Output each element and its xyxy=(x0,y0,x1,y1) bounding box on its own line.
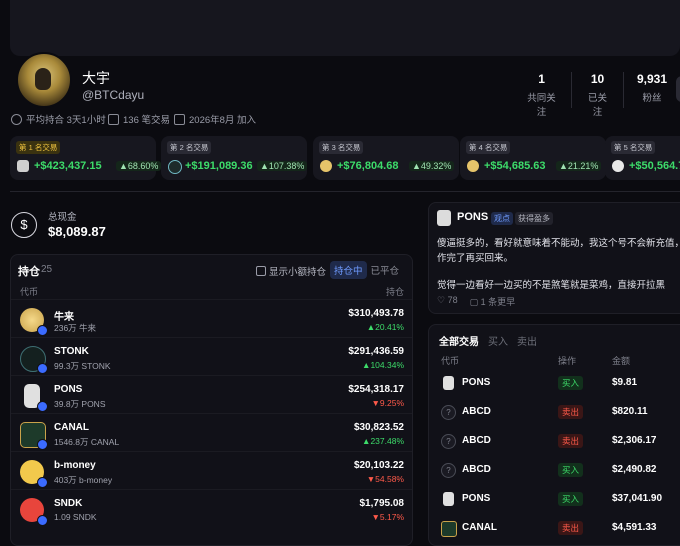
holding-row[interactable]: CANAL 1546.8万 CANAL $30,823.52 ▲237.48% xyxy=(11,413,412,452)
col-amount: 金额 xyxy=(612,356,631,366)
rank-card-4[interactable]: 第 4 名交易 +$54,685.63 ▲21.21% xyxy=(460,136,606,180)
holding-row[interactable]: 牛来 236万 牛来 $310,493.78 ▲20.41% xyxy=(11,299,412,338)
token-icon-pons xyxy=(443,492,454,506)
checkbox-icon[interactable] xyxy=(256,266,266,276)
meta-joined: 2026年8月 加入 xyxy=(174,112,256,126)
token-icon-pons xyxy=(443,376,454,390)
trades-icon xyxy=(108,113,119,125)
col-action: 操作 xyxy=(558,356,577,366)
cash-value: $8,089.87 xyxy=(48,224,106,239)
holdings-count: 25 xyxy=(41,264,53,275)
action-badge: 卖出 xyxy=(558,405,584,419)
rank-card-2[interactable]: 第 2 名交易 +$191,089.36 ▲107.38% xyxy=(161,136,308,180)
holding-row[interactable]: PONS 39.8万 PONS $254,318.17 ▼9.25% xyxy=(11,375,412,414)
holding-row[interactable]: b-money 403万 b-money $20,103.22 ▼54.58% xyxy=(11,451,412,490)
avatar[interactable] xyxy=(16,52,72,108)
verified-icon xyxy=(37,477,48,488)
trade-row[interactable]: PONS 买入 $9.81 xyxy=(429,369,680,398)
post-text: 觉得一边看好一边买的不是煞笔就是菜鸡，直接开拉黑 xyxy=(437,280,666,291)
token-icon-dog xyxy=(612,160,624,172)
follow-button[interactable] xyxy=(676,76,680,102)
meta-trades: 136 笔交易 xyxy=(108,112,170,126)
col-hold: 持仓 xyxy=(385,287,404,297)
small-holdings-toggle[interactable]: 显示小额持仓 xyxy=(256,264,326,278)
action-badge: 买入 xyxy=(558,463,584,477)
tab-all-trades[interactable]: 全部交易 xyxy=(439,333,479,348)
profile-banner xyxy=(10,0,680,56)
calendar-icon xyxy=(174,113,185,125)
post-token[interactable]: PONS xyxy=(457,211,488,223)
trade-row[interactable]: PONS 买入 $37,041.90 xyxy=(429,485,680,514)
holdings-title: 持仓 xyxy=(18,266,40,278)
token-icon-pons xyxy=(17,160,29,172)
profile-stats: 1 共同关注 10 已关注 9,931 粉丝 xyxy=(512,72,680,118)
tab-buy[interactable]: 买入 xyxy=(488,333,508,348)
col-token: 代币 xyxy=(20,287,39,297)
rank-card-5[interactable]: 第 5 名交易 +$50,564.7 xyxy=(605,136,680,180)
trade-row[interactable]: CANAL 卖出 $4,591.33 xyxy=(429,514,680,543)
token-icon-pons xyxy=(437,210,451,226)
unknown-token-icon: ? xyxy=(441,463,456,478)
trade-row[interactable]: ? ABCD 买入 $2,490.82 xyxy=(429,456,680,485)
holding-row[interactable]: STONK 99.3万 STONK $291,436.59 ▲104.34% xyxy=(11,337,412,376)
verified-icon xyxy=(37,325,48,336)
meta-hold-time: 平均持合 3天1小时 xyxy=(11,112,106,126)
dollar-icon: $ xyxy=(11,212,37,238)
unknown-token-icon: ? xyxy=(441,434,456,449)
profile-handle: @BTCdayu xyxy=(82,88,145,102)
trade-row[interactable]: ? ABCD 卖出 $820.11 xyxy=(429,398,680,427)
like-button[interactable]: ♡ 78 xyxy=(437,295,458,308)
post-text: 傻逼挺多的，看好就意味着不能动，我这个号不会新充值，只会 xyxy=(437,238,680,249)
profile-name: 大宇 xyxy=(82,70,110,86)
action-badge: 买入 xyxy=(558,376,584,390)
verified-icon xyxy=(37,363,48,374)
holdings-segment: 持仓中 已平仓 xyxy=(330,261,403,279)
stat-mutual[interactable]: 1 共同关注 xyxy=(512,72,571,118)
cash-label: 总现金 xyxy=(48,212,77,223)
token-icon-niulai xyxy=(467,160,479,172)
token-icon-niulai xyxy=(320,160,332,172)
tab-closed[interactable]: 已平仓 xyxy=(367,261,404,279)
post-footer: ♡ 78 ▢ 1 条更早 xyxy=(437,295,515,308)
trades-panel: 全部交易 买入 卖出 代币 操作 金额 PONS 买入 $9.81 ? ABCD… xyxy=(428,324,680,546)
action-badge: 买入 xyxy=(558,492,584,506)
rank-card-3[interactable]: 第 3 名交易 +$76,804.68 ▲49.32% xyxy=(313,136,459,180)
post-tag-profit: 获得盈多 xyxy=(515,212,553,225)
verified-icon xyxy=(37,439,48,450)
holdings-panel: 持仓 25 显示小额持仓 持仓中 已平仓 代币 持仓 牛来 236万 牛来 $3… xyxy=(10,254,413,546)
more-replies-link[interactable]: ▢ 1 条更早 xyxy=(470,295,516,308)
holding-row[interactable]: SNDK 1.09 SNDK $1,795.08 ▼5.17% xyxy=(11,489,412,528)
tab-sell[interactable]: 卖出 xyxy=(517,333,537,348)
clock-icon xyxy=(11,113,22,125)
action-badge: 卖出 xyxy=(558,434,584,448)
token-icon-stonk xyxy=(168,160,182,174)
rank-card-1[interactable]: 第 1 名交易 +$423,437.15 ▲68.60% xyxy=(10,136,162,180)
tab-holding[interactable]: 持仓中 xyxy=(330,261,367,279)
divider xyxy=(10,191,680,192)
stat-followers[interactable]: 9,931 粉丝 xyxy=(622,72,680,108)
trade-row[interactable]: ? ABCD 卖出 $2,306.17 xyxy=(429,427,680,456)
col-token: 代币 xyxy=(441,356,460,366)
post-text: 作完了再买回来。 xyxy=(437,253,514,264)
post-card[interactable]: PONS 观点 获得盈多 傻逼挺多的，看好就意味着不能动，我这个号不会新充值，只… xyxy=(428,202,680,314)
unknown-token-icon: ? xyxy=(441,405,456,420)
verified-icon xyxy=(37,401,48,412)
stat-following[interactable]: 10 已关注 xyxy=(571,72,623,118)
token-icon-canal xyxy=(441,521,457,537)
post-tag-opinion: 观点 xyxy=(491,212,513,225)
verified-icon xyxy=(37,515,48,526)
